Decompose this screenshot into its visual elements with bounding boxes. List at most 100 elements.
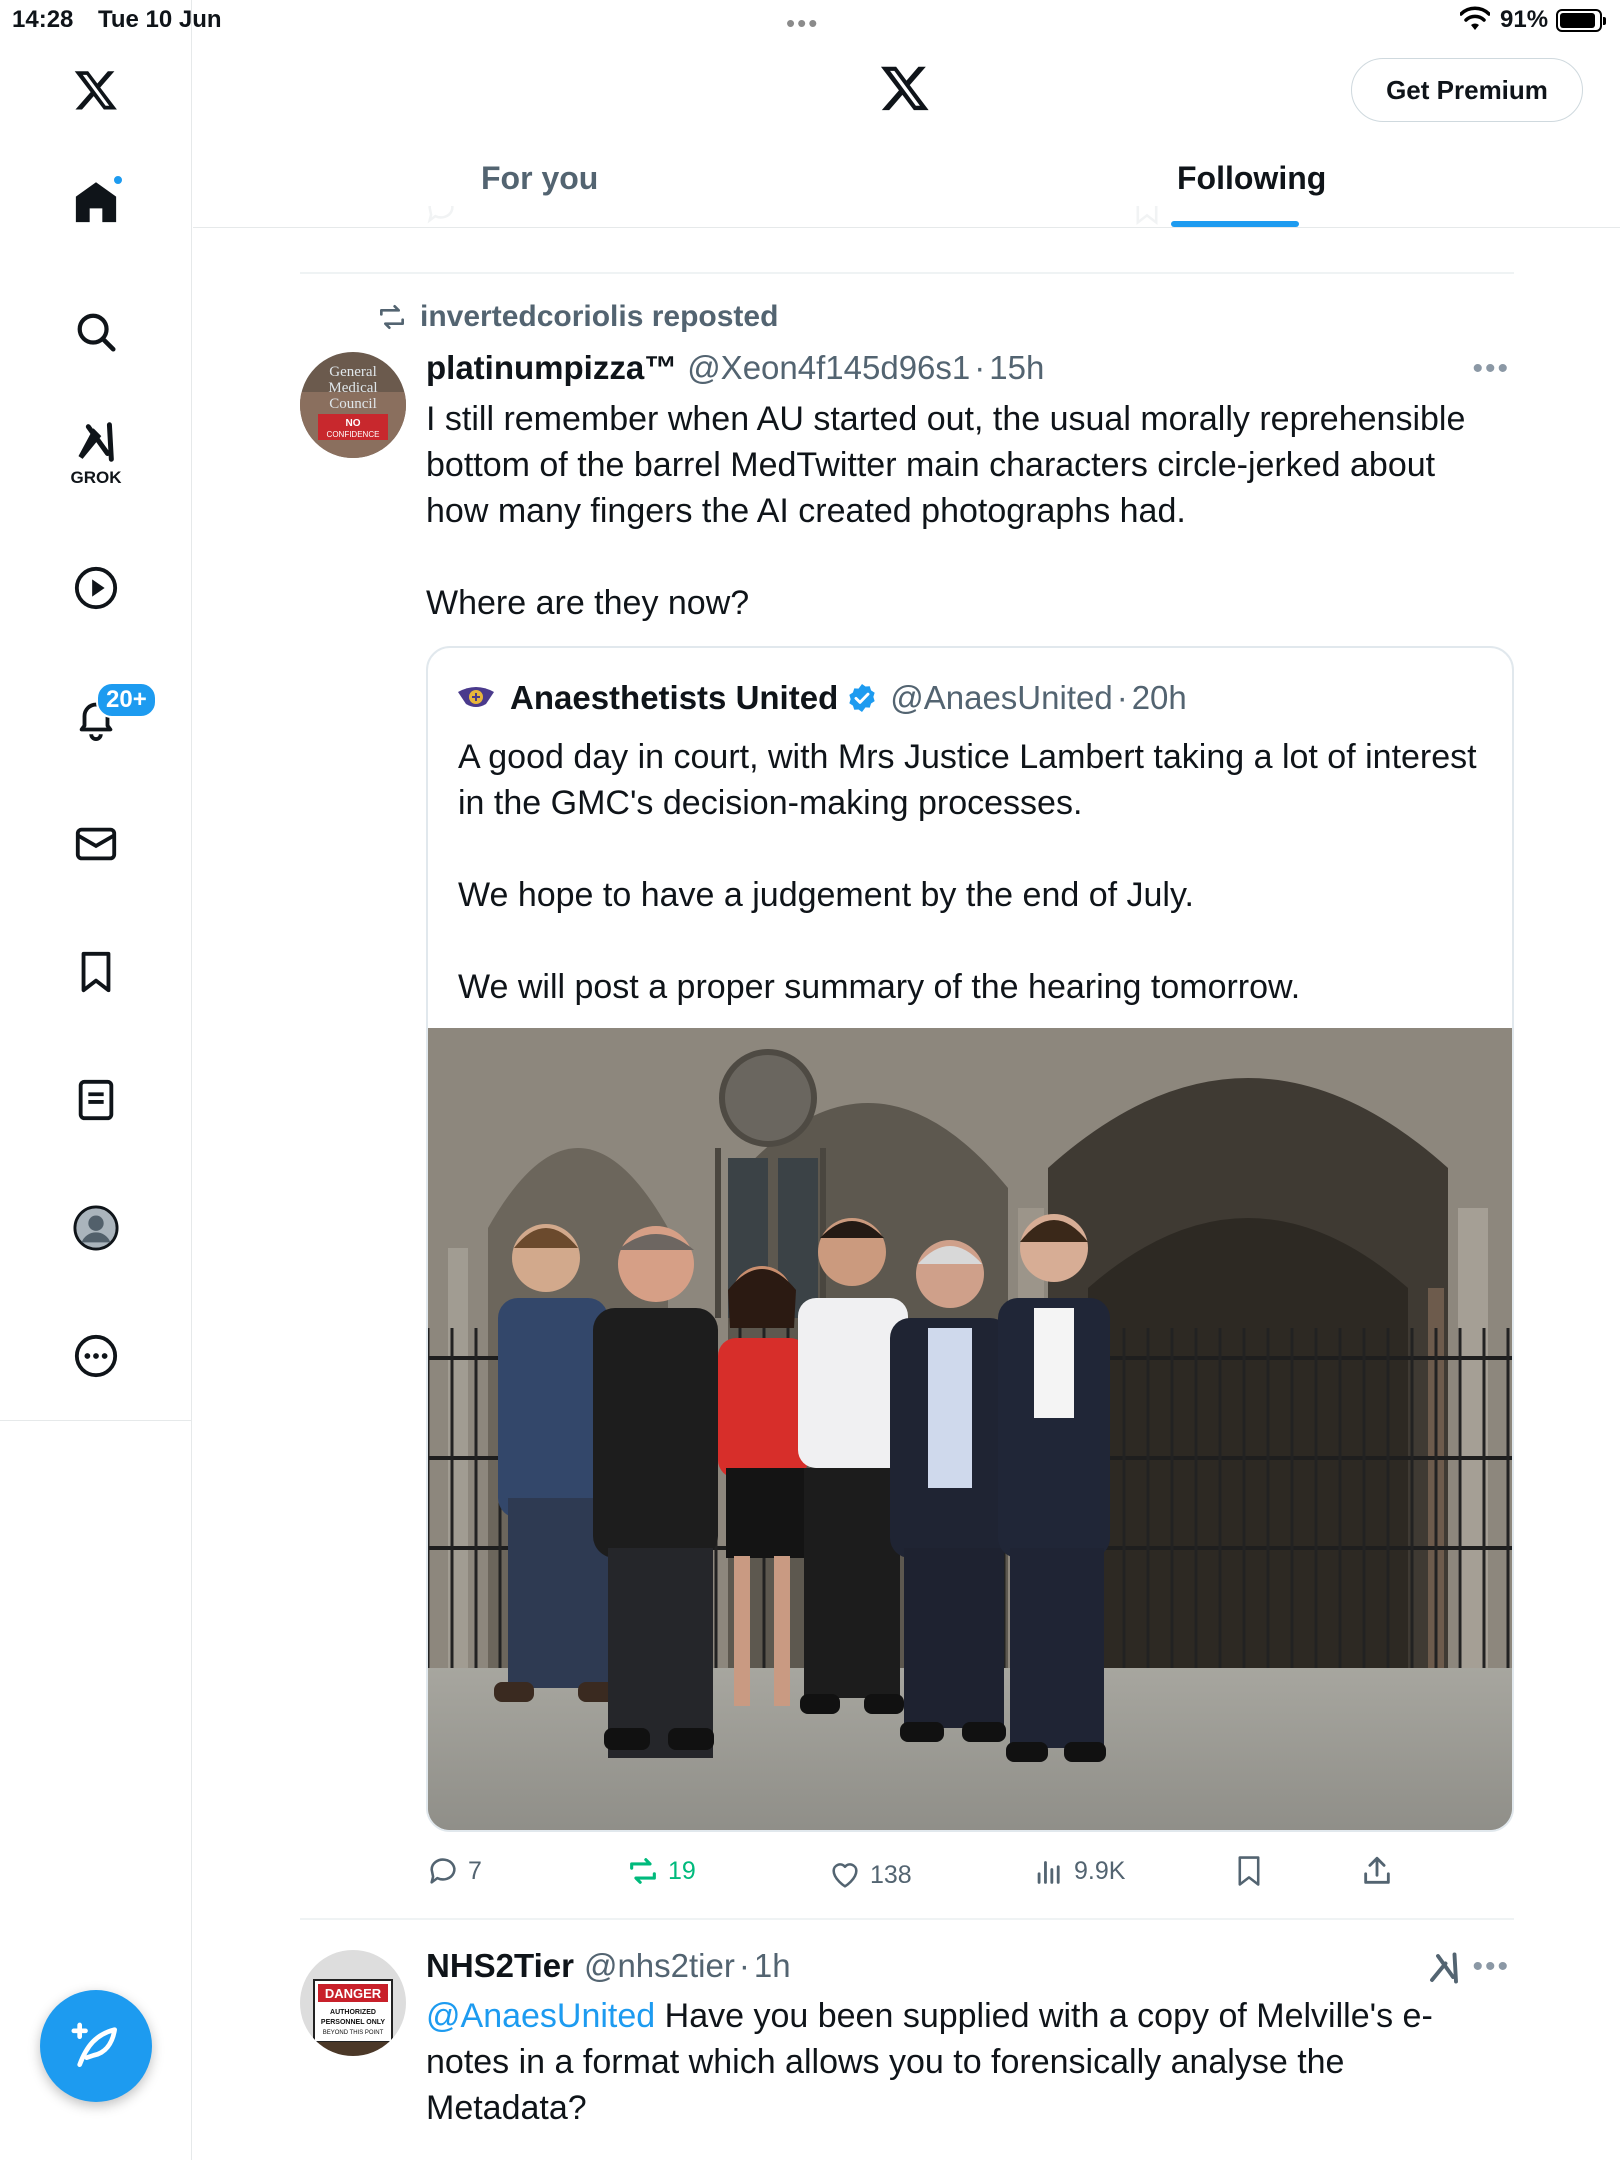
avatar-text-line: PERSONNEL ONLY: [321, 2019, 386, 2026]
status-bar: 14:28 Tue 10 Jun ••• 91%: [0, 0, 1620, 40]
sidebar-nav: GROK 20+: [0, 0, 192, 2160]
tweet-photo[interactable]: [428, 1028, 1514, 1832]
sidebar-item-profile[interactable]: [56, 1188, 136, 1268]
tweet-text-line: bottom of the barrel MedTwitter main cha…: [426, 446, 1436, 484]
tweet-more-icon[interactable]: •••: [1472, 352, 1510, 386]
reply-count: 7: [468, 1856, 482, 1885]
mail-icon: [75, 827, 117, 861]
bookmark-button[interactable]: [1232, 1854, 1266, 1888]
quoted-text-line: A good day in court, with Mrs Justice La…: [458, 738, 1477, 776]
sidebar-item-home[interactable]: [56, 162, 136, 242]
repost-label: invertedcoriolis reposted: [420, 300, 779, 333]
sidebar-item-videos[interactable]: [56, 548, 136, 628]
views-button[interactable]: 9.9K: [1032, 1854, 1125, 1888]
tweet-text-line: @AnaesUnited Have you been supplied with…: [426, 1993, 1486, 2039]
tab-for-you[interactable]: For you: [481, 160, 598, 197]
quoted-text-line: [458, 826, 1488, 872]
author-name[interactable]: platinumpizza™: [426, 349, 677, 387]
separator-dot: ·: [1116, 679, 1128, 716]
tab-following[interactable]: Following: [1177, 160, 1326, 197]
x-logo-icon[interactable]: [878, 62, 932, 119]
sidebar-divider: [0, 1420, 192, 1421]
views-icon: [1037, 1861, 1060, 1884]
tweet-time[interactable]: 15h: [989, 349, 1044, 387]
avatar[interactable]: General Medical Council NO CONFIDENCE: [300, 352, 406, 458]
sidebar-item-search[interactable]: [56, 292, 136, 372]
tweet-text-line: I still remember when AU started out, th…: [426, 400, 1466, 438]
battery-icon: [1556, 9, 1606, 32]
author-name[interactable]: NHS2Tier: [426, 1947, 574, 1985]
view-count: 9.9K: [1074, 1856, 1126, 1885]
status-date: Tue 10 Jun: [98, 6, 222, 33]
mention-link[interactable]: @AnaesUnited: [426, 1997, 655, 2035]
tweet-more-icon[interactable]: •••: [1472, 1950, 1510, 1984]
avatar-text-line: Council: [329, 396, 377, 412]
repost-indicator[interactable]: invertedcoriolis reposted: [376, 300, 778, 334]
sidebar-item-notifications[interactable]: 20+: [56, 678, 157, 758]
author-handle[interactable]: @nhs2tier: [584, 1947, 735, 1985]
sidebar-item-bookmarks[interactable]: [56, 932, 136, 1012]
battery-percentage: 91%: [1500, 6, 1549, 33]
like-button[interactable]: 138: [828, 1858, 912, 1892]
compose-icon: [71, 2022, 117, 2067]
repost-button[interactable]: 19: [626, 1854, 696, 1888]
anaesthetists-united-logo-icon[interactable]: [456, 678, 496, 718]
bookmark-icon: [81, 951, 111, 993]
play-icon: [74, 566, 118, 610]
separator-dot: ·: [738, 1947, 750, 1984]
share-icon: [1364, 1856, 1390, 1884]
repost-count: 19: [668, 1856, 696, 1885]
home-unread-dot: [112, 174, 124, 186]
grok-icon: [78, 422, 114, 462]
share-button[interactable]: [1360, 1854, 1394, 1888]
notifications-badge: 20+: [96, 682, 157, 718]
reply-button[interactable]: 7: [426, 1854, 482, 1888]
tweet-text-line: Where are they now?: [426, 584, 750, 622]
get-premium-button[interactable]: Get Premium: [1351, 58, 1583, 122]
sidebar-item-messages[interactable]: [56, 804, 136, 884]
x-logo-icon[interactable]: [56, 50, 136, 130]
avatar-text-line: DANGER: [325, 1986, 382, 2001]
search-icon: [77, 313, 116, 352]
quoted-author-name[interactable]: Anaesthetists United: [510, 679, 838, 717]
verified-badge-icon: [849, 684, 875, 712]
grok-label: GROK: [70, 468, 122, 487]
tweet-text: @AnaesUnited Have you been supplied with…: [426, 1993, 1486, 2131]
multitasking-dots-icon[interactable]: •••: [786, 8, 819, 39]
heart-icon: [832, 1863, 858, 1888]
sidebar-item-more[interactable]: [56, 1316, 136, 1396]
home-icon: [75, 182, 117, 223]
quoted-tweet-text: A good day in court, with Mrs Justice La…: [458, 734, 1488, 1010]
tweet-time[interactable]: 1h: [754, 1947, 791, 1985]
like-count: 138: [870, 1860, 912, 1889]
bookmark-icon: [1238, 1856, 1260, 1886]
avatar[interactable]: DANGER AUTHORIZED PERSONNEL ONLY BEYOND …: [300, 1950, 406, 2056]
avatar-text-line: BEYOND THIS POINT: [323, 2030, 384, 2036]
repost-icon: [630, 1858, 656, 1884]
quoted-tweet-time[interactable]: 20h: [1132, 679, 1187, 717]
quoted-text-line: [458, 918, 1488, 964]
sidebar-item-lists[interactable]: [56, 1060, 136, 1140]
wifi-icon: [1459, 6, 1491, 39]
avatar-text-line: NO: [346, 418, 361, 429]
sidebar-item-grok[interactable]: GROK: [56, 410, 136, 490]
tweet-text-line: how many fingers the AI created photogra…: [426, 492, 1186, 530]
tweet-text-segment: Have you been supplied with a copy of Me…: [664, 1997, 1433, 2035]
compose-button[interactable]: [40, 1990, 152, 2102]
more-icon: [74, 1334, 118, 1378]
quoted-author-handle[interactable]: @AnaesUnited: [890, 679, 1112, 717]
quoted-tweet[interactable]: Anaesthetists United @AnaesUnited · 20h …: [426, 646, 1514, 1832]
avatar-text-line: CONFIDENCE: [327, 430, 380, 439]
separator-dot: ·: [974, 349, 986, 386]
quoted-text-line: We will post a proper summary of the hea…: [458, 968, 1301, 1006]
profile-icon: [73, 1205, 119, 1251]
grok-icon[interactable]: [1426, 1950, 1462, 1986]
tweet-header: platinumpizza™ @Xeon4f145d96s1 · 15h: [426, 349, 1044, 387]
author-handle[interactable]: @Xeon4f145d96s1: [687, 349, 970, 387]
avatar-text-line: General: [329, 364, 376, 380]
tweet-text-line: Metadata?: [426, 2089, 587, 2127]
tweet-text-line: [426, 534, 1486, 580]
avatar-text-line: AUTHORIZED: [330, 2009, 376, 2016]
tweet-text-line: notes in a format which allows you to fo…: [426, 2043, 1345, 2081]
repost-icon: [380, 305, 404, 329]
